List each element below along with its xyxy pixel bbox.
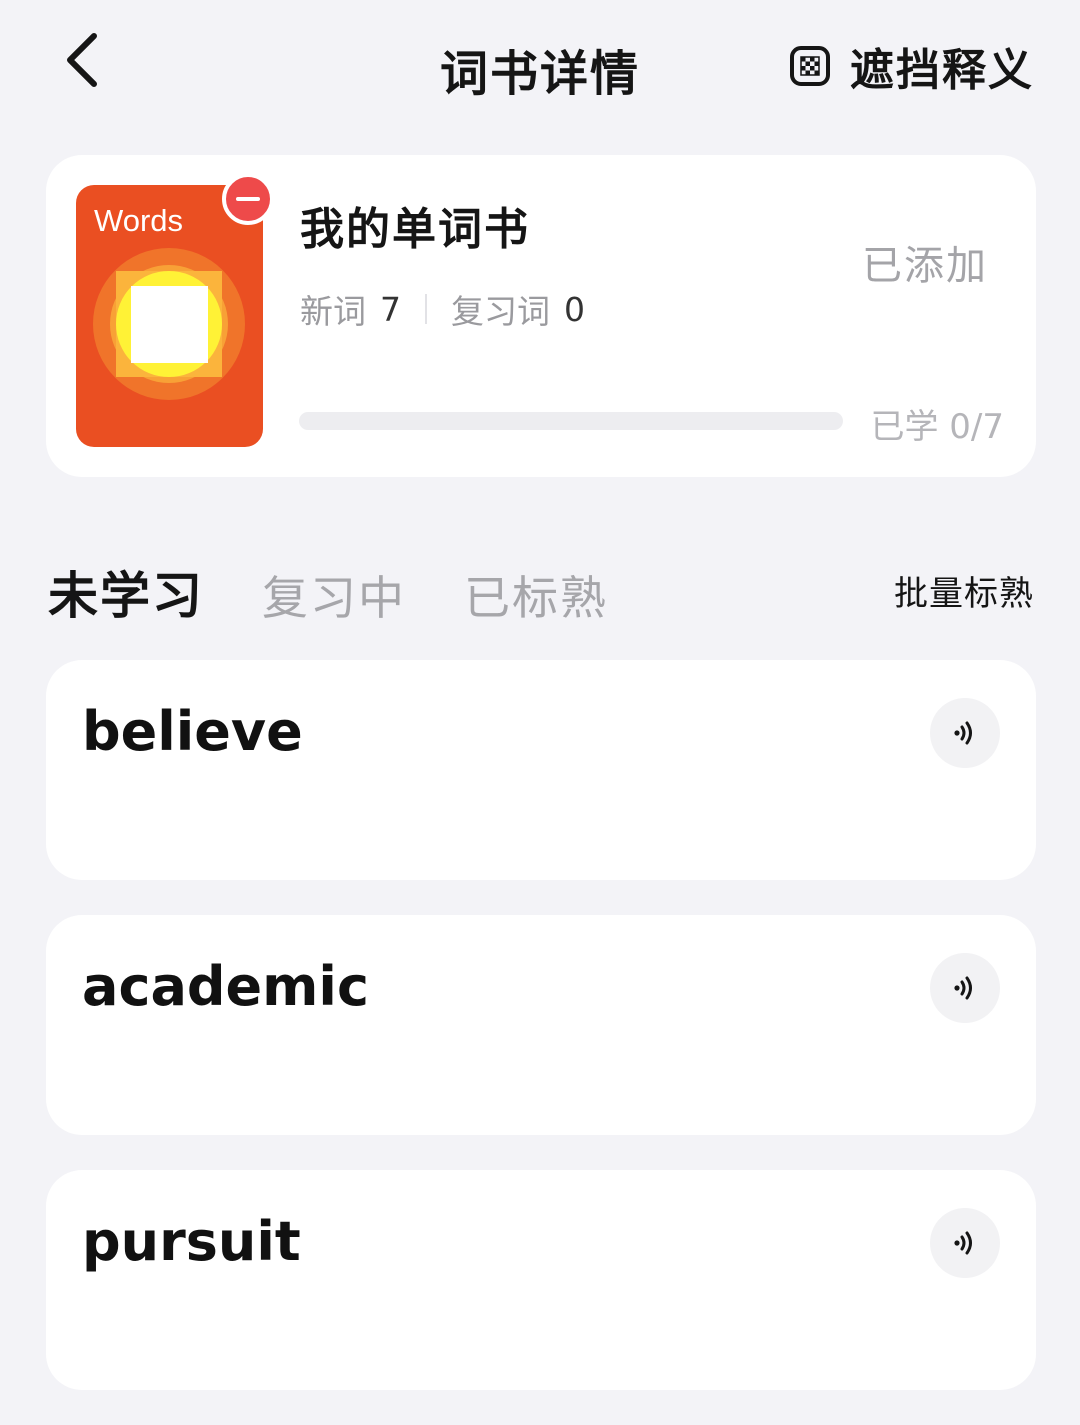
- masked-definition[interactable]: [82, 788, 962, 829]
- batch-mark-familiar-button[interactable]: 批量标熟: [894, 566, 1034, 615]
- pronounce-button[interactable]: [930, 1208, 1000, 1278]
- book-cover[interactable]: Words: [76, 185, 263, 447]
- mosaic-checkbox-icon: [790, 46, 830, 86]
- minus-icon: [236, 197, 260, 201]
- speaker-icon: [954, 1231, 972, 1255]
- book-stats: 新词 7 复习词 0: [300, 285, 585, 333]
- new-words-label: 新词: [300, 292, 366, 331]
- new-words-count: 7: [380, 289, 401, 329]
- masked-definition[interactable]: [82, 1298, 962, 1339]
- mask-definition-label: 遮挡释义: [850, 45, 1034, 96]
- pronounce-button[interactable]: [930, 953, 1000, 1023]
- remove-book-button[interactable]: [222, 173, 274, 225]
- review-words-count: 0: [564, 289, 585, 329]
- stats-divider: [425, 294, 427, 324]
- tab-0[interactable]: 未学习: [48, 556, 204, 628]
- book-cover-title: Words: [94, 203, 184, 238]
- speaker-icon: [954, 721, 972, 745]
- word-card[interactable]: pursuit: [46, 1170, 1036, 1390]
- word-status-tabs: 未学习 复习中 已标熟: [48, 556, 666, 628]
- top-bar: 词书详情 遮挡释义: [0, 0, 1080, 130]
- word-text: academic: [82, 955, 369, 1018]
- word-text: pursuit: [82, 1210, 301, 1273]
- added-status: 已添加: [862, 243, 988, 289]
- mask-definition-toggle[interactable]: 遮挡释义: [790, 34, 1034, 98]
- cover-sun-graphic: [93, 248, 245, 400]
- word-book-card: Words 我的单词书 新词 7 复习词 0 已添加 已学 0/7: [46, 155, 1036, 477]
- word-list: believe academic pursuit: [46, 660, 1036, 1425]
- tab-1[interactable]: 复习中: [262, 562, 406, 628]
- review-words-label: 复习词: [451, 292, 550, 331]
- learned-progress-text: 已学 0/7: [870, 407, 1004, 447]
- speaker-icon: [954, 976, 972, 1000]
- word-card[interactable]: academic: [46, 915, 1036, 1135]
- word-card[interactable]: believe: [46, 660, 1036, 880]
- book-name: 我的单词书: [300, 204, 530, 255]
- masked-definition[interactable]: [82, 1043, 962, 1084]
- pronounce-button[interactable]: [930, 698, 1000, 768]
- word-text: believe: [82, 700, 303, 763]
- learning-progress-bar: [299, 412, 843, 430]
- tab-2[interactable]: 已标熟: [464, 562, 608, 628]
